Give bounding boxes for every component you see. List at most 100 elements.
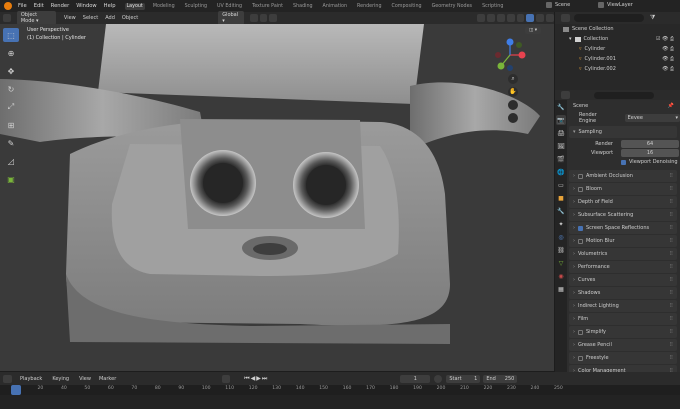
current-frame-field[interactable]: 1 [400,374,431,383]
blender-logo-icon[interactable] [4,2,12,10]
outliner-row-object[interactable]: ▿ Cylinder.002 👁 ⎙ [555,64,680,74]
drag-handle-icon[interactable]: ⠿ [669,316,673,322]
timeline-view-menu[interactable]: View [79,376,91,382]
panel-subsurface-scattering[interactable]: › Subsurface Scattering ⠿ [569,209,677,221]
annotate-icon[interactable]: ✎ [3,136,19,150]
tab-layout[interactable]: Layout [124,2,145,10]
scale-icon[interactable]: ⤢ [3,100,19,114]
particles-tab-icon[interactable]: ✦ [556,219,566,229]
proportional-edit-icon[interactable] [269,14,278,22]
panel-screen-space-reflections[interactable]: › Screen Space Reflections ⠿ [569,222,677,234]
panel-grease-pencil[interactable]: › Grease Pencil ⠿ [569,339,677,351]
keying-menu[interactable]: Keying [52,376,69,382]
render-samples-field[interactable]: 64 [621,139,679,148]
outliner-row-object[interactable]: ▿ Cylinder.001 👁 ⎙ [555,54,680,64]
properties-editor-icon[interactable] [561,91,570,99]
data-tab-icon[interactable]: ▽ [556,258,566,268]
add-cube-icon[interactable]: ▣ [3,172,19,186]
drag-handle-icon[interactable]: ⠿ [669,186,673,192]
pan-hand-icon[interactable]: ✋ [508,87,518,97]
tab-scripting[interactable]: Scripting [480,3,505,10]
drag-handle-icon[interactable]: ⠿ [669,199,673,205]
menu-file[interactable]: File [18,3,27,9]
menu-window[interactable]: Window [76,3,96,9]
drag-handle-icon[interactable]: ⠿ [669,264,673,270]
panel-shadows[interactable]: › Shadows ⠿ [569,287,677,299]
visibility-icon[interactable] [477,14,486,22]
measure-icon[interactable]: ◿ [3,154,19,168]
transform-icon[interactable]: ⊞ [3,118,19,132]
outliner-display-icon[interactable] [561,14,570,22]
checkbox-icon[interactable] [578,238,583,244]
visibility-eye-icon[interactable]: 👁 ⎙ [662,56,674,62]
viewport-samples-field[interactable]: 16 [621,148,679,157]
playhead[interactable] [11,385,21,395]
material-tab-icon[interactable]: ◉ [556,271,566,281]
checkbox-icon[interactable] [578,186,583,192]
playback-menu[interactable]: Playback [20,376,42,382]
constraints-tab-icon[interactable]: ⛓ [556,245,566,255]
visibility-eye-icon[interactable]: 👁 ⎙ [662,66,674,72]
panel-film[interactable]: › Film ⠿ [569,313,677,325]
tab-modeling[interactable]: Modeling [151,3,177,10]
frame-ruler[interactable]: 1204050607080901001101201301401501601701… [0,385,680,395]
drag-handle-icon[interactable]: ⠿ [669,290,673,296]
navigation-gizmo[interactable] [493,38,527,72]
shading-wireframe-icon[interactable] [516,14,525,22]
move-icon[interactable]: ✥ [3,64,19,78]
tab-animation[interactable]: Animation [321,3,349,10]
outliner-row-object[interactable]: ▿ Cylinder 👁 ⎙ [555,44,680,54]
visibility-eye-icon[interactable]: 👁 ⎙ [662,46,674,52]
tab-geometry-nodes[interactable]: Geometry Nodes [430,3,474,10]
collection-tab-icon[interactable]: ▭ [556,180,566,190]
editor-type-icon[interactable] [3,14,11,22]
shading-solid-icon[interactable] [526,14,535,22]
checkbox-checked-icon[interactable] [578,225,583,231]
select-box-icon[interactable]: ⬚ [3,28,19,42]
snap-icon[interactable] [259,14,268,22]
preview-range-icon[interactable] [434,374,443,383]
render-engine-dropdown[interactable]: Eevee ▾ [624,114,680,122]
texture-tab-icon[interactable]: ▦ [556,284,566,294]
checkbox-icon[interactable]: ☑ 👁 ⎙ [656,36,674,42]
checkbox-icon[interactable] [578,355,583,361]
viewport-menu-object[interactable]: Object [122,15,138,21]
drag-handle-icon[interactable]: ⠿ [669,212,673,218]
panel-motion-blur[interactable]: › Motion Blur ⠿ [569,235,677,247]
filter-icon[interactable]: ⧩ [650,14,655,22]
drag-handle-icon[interactable]: ⠿ [669,303,673,309]
auto-keying-icon[interactable] [222,374,231,383]
gizmo-toggle-icon[interactable] [487,14,495,22]
drag-handle-icon[interactable]: ⠿ [669,173,673,179]
drag-handle-icon[interactable]: ⠿ [669,251,673,257]
properties-search-input[interactable] [594,91,654,99]
outliner-search-input[interactable] [574,14,644,22]
tab-sculpting[interactable]: Sculpting [183,3,209,10]
view-layer-selector[interactable]: ViewLayer [598,2,633,8]
marker-menu[interactable]: Marker [99,376,116,382]
tab-uv-editing[interactable]: UV Editing [215,3,244,10]
tab-texture-paint[interactable]: Texture Paint [250,3,285,10]
tab-compositing[interactable]: Compositing [390,3,424,10]
viewport-denoising-row[interactable]: Viewport Denoising [555,157,680,167]
sampling-panel-header[interactable]: ▾ Sampling [569,126,677,138]
camera-view-icon[interactable] [508,100,518,110]
pin-icon[interactable]: 📌 [668,103,674,109]
panel-bloom[interactable]: › Bloom ⠿ [569,183,677,195]
mode-dropdown[interactable]: Object Mode ▾ [16,11,56,25]
drag-handle-icon[interactable]: ⠿ [669,277,673,283]
scene-selector[interactable]: Scene [546,2,570,8]
checkbox-icon[interactable] [578,329,583,335]
modifier-tab-icon[interactable]: 🔧 [556,206,566,216]
panel-performance[interactable]: › Performance ⠿ [569,261,677,273]
panel-curves[interactable]: › Curves ⠿ [569,274,677,286]
drag-handle-icon[interactable]: ⠿ [669,238,673,244]
tab-rendering[interactable]: Rendering [355,3,384,10]
outliner-row-collection[interactable]: ▾ Collection ☑ 👁 ⎙ [555,34,680,44]
menu-render[interactable]: Render [51,3,69,9]
zoom-icon[interactable]: ⌕ [508,74,518,84]
overlay-toggle-icon[interactable] [496,14,505,22]
outliner-row-scene-collection[interactable]: Scene Collection [555,24,680,34]
drag-handle-icon[interactable]: ⠿ [669,342,673,348]
perspective-toggle-icon[interactable] [508,113,518,123]
